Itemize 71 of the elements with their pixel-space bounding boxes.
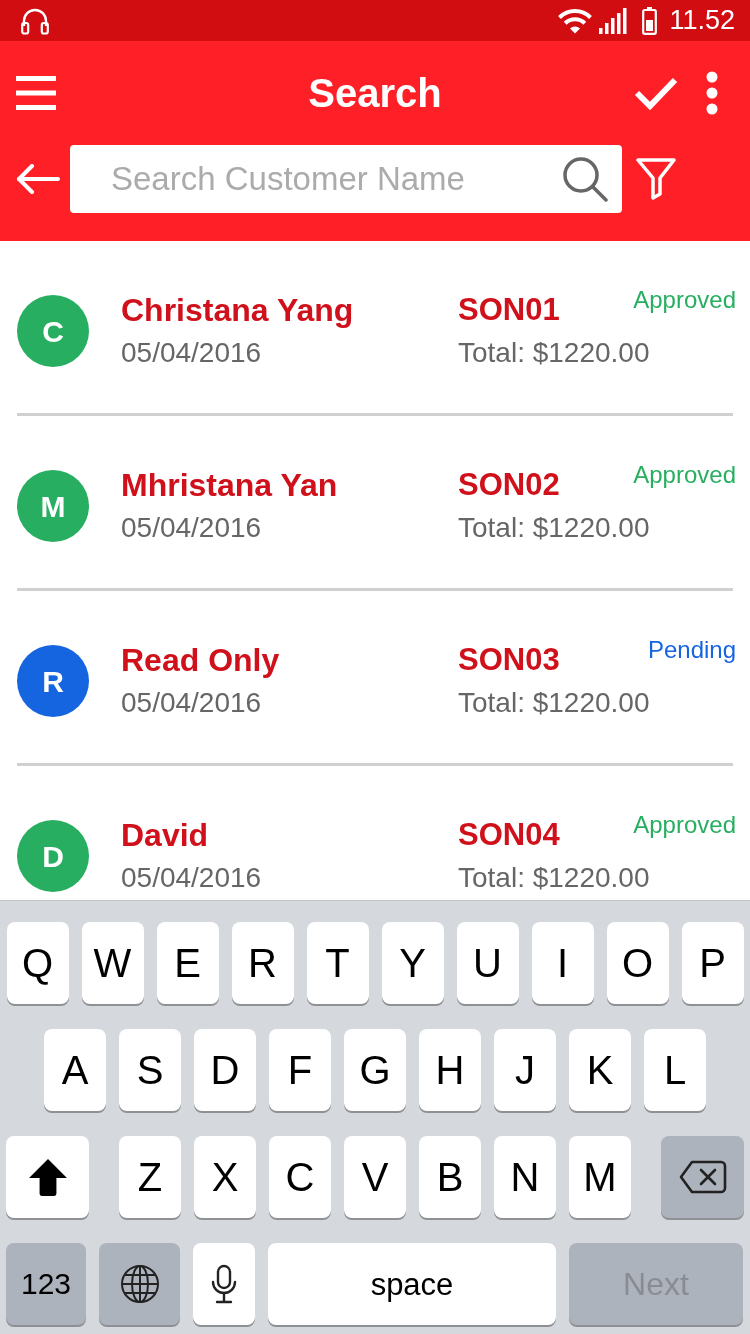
clock-time: 11.52 [669,7,735,34]
letter-key[interactable]: R [231,922,294,1004]
search-icon[interactable] [562,156,608,202]
letter-key[interactable]: I [531,922,594,1004]
wifi-icon [557,7,594,34]
customer-name: David [121,817,210,853]
order-status: Pending [647,636,736,664]
letter-key[interactable]: P [681,922,744,1004]
globe-icon [119,1264,160,1304]
letter-key[interactable]: J [494,1029,556,1111]
letter-key[interactable]: S [119,1029,181,1111]
screen-title: Search [308,73,442,113]
letter-key[interactable]: Q [6,922,69,1004]
letter-key[interactable]: L [644,1029,706,1111]
order-date: 05/04/2016 [121,511,263,545]
space-key[interactable]: space [268,1243,556,1325]
customer-name: Christana Yang [121,292,355,328]
letter-key[interactable]: V [344,1136,406,1218]
avatar: D [17,820,89,892]
letter-key[interactable]: N [494,1136,556,1218]
order-number: SON01 [458,292,560,328]
signal-icon [599,7,628,34]
order-date: 05/04/2016 [121,686,263,720]
letter-key[interactable]: Z [119,1136,181,1218]
customer-name: Mhristana Yan [121,467,339,503]
order-status: Approved [633,811,736,839]
globe-key[interactable] [99,1243,180,1325]
letter-key[interactable]: E [156,922,219,1004]
microphone-key[interactable] [193,1243,255,1325]
avatar: M [17,470,89,542]
letter-key[interactable]: K [569,1029,631,1111]
order-total: Total: $1220.00 [458,686,651,720]
avatar: R [17,645,89,717]
letter-key[interactable]: Y [381,922,444,1004]
backspace-key[interactable] [661,1136,744,1218]
letter-key[interactable]: X [194,1136,256,1218]
order-number: SON02 [458,467,560,503]
customer-name: Read Only [121,642,281,678]
search-field[interactable]: Search Customer Name [70,145,622,213]
order-date: 05/04/2016 [121,336,263,370]
letter-key[interactable]: U [456,922,519,1004]
letter-key[interactable]: C [269,1136,331,1218]
letter-key[interactable]: W [81,922,144,1004]
headphones-icon [20,6,50,35]
filter-icon[interactable] [636,158,676,200]
more-options-icon[interactable] [705,71,719,115]
order-number: SON04 [458,817,560,853]
order-total: Total: $1220.00 [458,511,651,545]
letter-key[interactable]: B [419,1136,481,1218]
microphone-icon [211,1264,237,1304]
menu-icon[interactable] [16,76,56,110]
letter-key[interactable]: O [606,922,669,1004]
letter-key[interactable]: D [194,1029,256,1111]
letter-key[interactable]: T [306,922,369,1004]
avatar: C [17,295,89,367]
order-number: SON03 [458,642,560,678]
letter-key[interactable]: H [419,1029,481,1111]
order-total: Total: $1220.00 [458,861,651,895]
order-status: Approved [633,286,736,314]
backspace-icon [678,1160,727,1194]
battery-icon [642,6,658,35]
checkmark-icon[interactable] [634,76,678,110]
order-total: Total: $1220.00 [458,336,651,370]
letter-key[interactable]: F [269,1029,331,1111]
letter-key[interactable]: G [344,1029,406,1111]
order-status: Approved [633,461,736,489]
letter-key[interactable]: A [44,1029,106,1111]
shift-key[interactable] [6,1136,89,1218]
numbers-key[interactable]: 123 [6,1243,86,1325]
order-date: 05/04/2016 [121,861,263,895]
letter-key[interactable]: M [569,1136,631,1218]
